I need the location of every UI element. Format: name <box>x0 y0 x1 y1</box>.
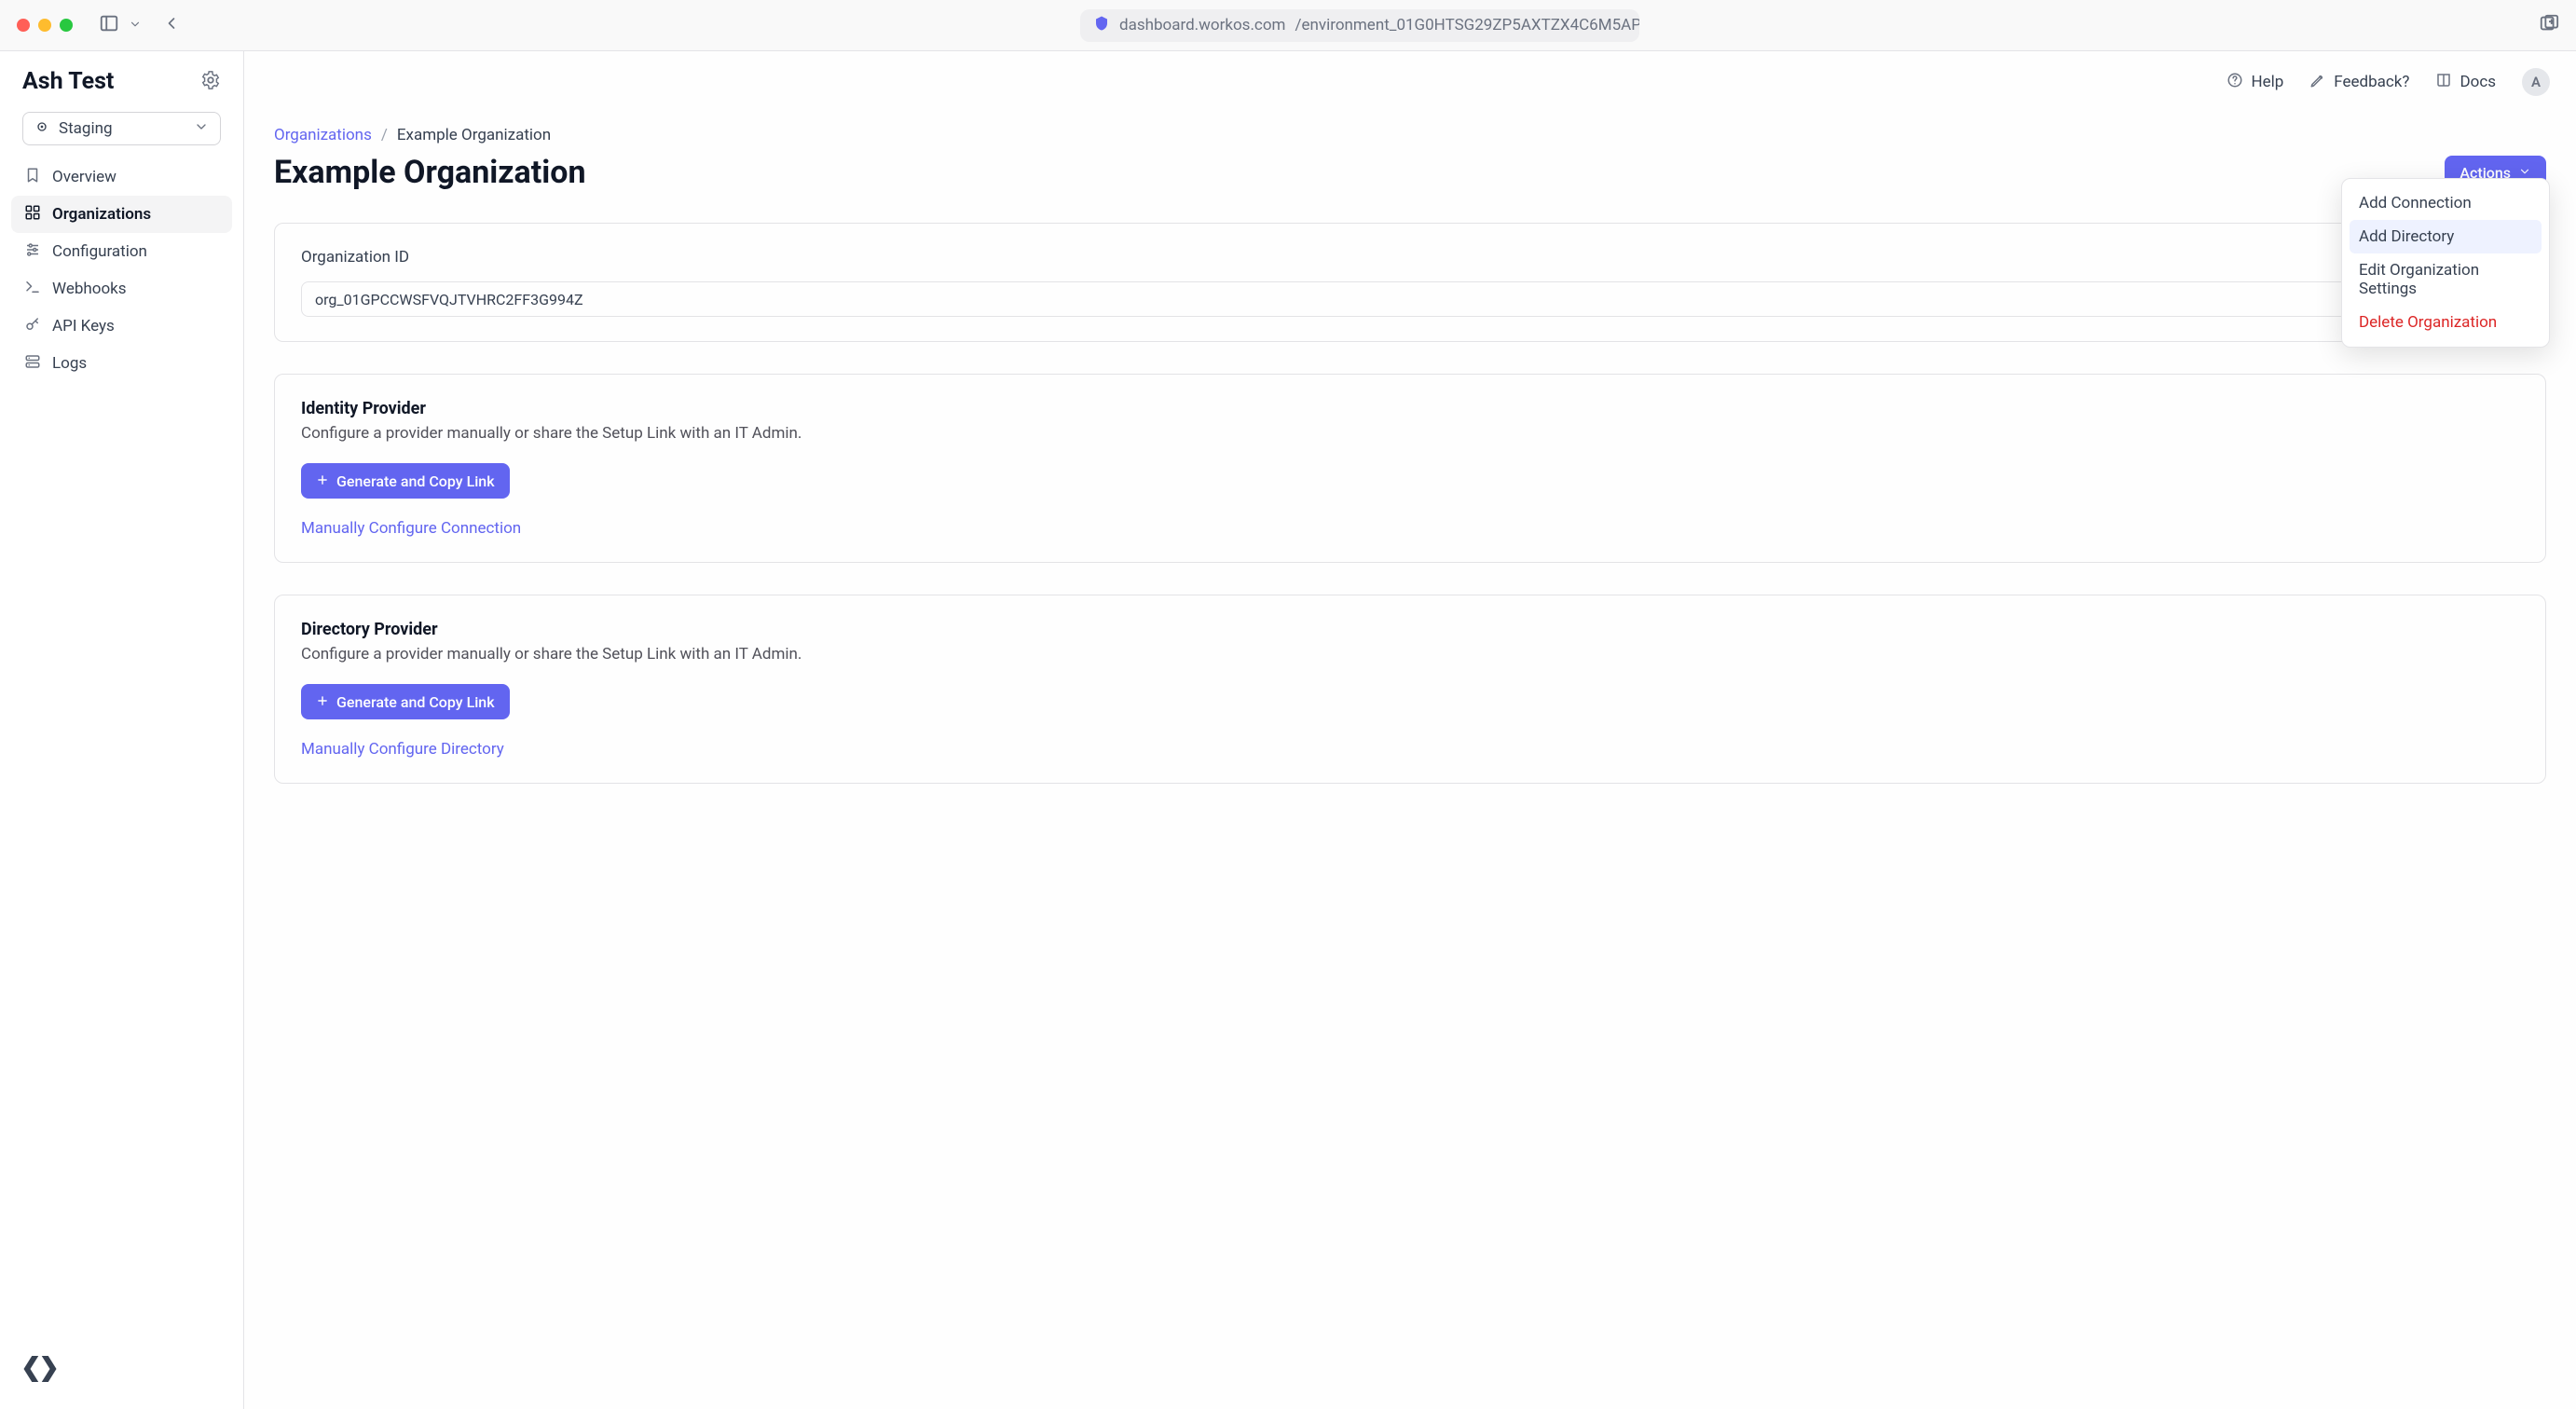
environment-label: Staging <box>59 119 113 138</box>
sidebar-item-overview[interactable]: Overview <box>11 158 232 196</box>
environment-icon <box>34 119 49 139</box>
idp-manual-link[interactable]: Manually Configure Connection <box>301 519 2519 538</box>
idp-subtitle: Configure a provider manually or share t… <box>301 424 2519 443</box>
help-link[interactable]: Help <box>2227 72 2283 93</box>
feedback-link[interactable]: Feedback? <box>2309 72 2409 93</box>
sidebar-item-label: Organizations <box>52 205 151 224</box>
docs-label: Docs <box>2460 73 2496 91</box>
sidebar: Ash Test Staging Overview Organizations … <box>0 51 244 1409</box>
sidebar-item-label: Overview <box>52 168 116 186</box>
breadcrumb: Organizations / Example Organization <box>274 126 2546 144</box>
sidebar-nav: Overview Organizations Configuration Web… <box>0 158 243 382</box>
address-bar[interactable]: dashboard.workos.com/environment_01G0HTS… <box>1080 9 1639 42</box>
identity-provider-card: Identity Provider Configure a provider m… <box>274 374 2546 563</box>
idp-title: Identity Provider <box>301 399 2519 418</box>
sidebar-toggle-icon[interactable] <box>99 13 119 37</box>
dropdown-delete-org[interactable]: Delete Organization <box>2350 306 2542 339</box>
dropdown-add-directory[interactable]: Add Directory <box>2350 220 2542 253</box>
plus-icon <box>316 693 329 711</box>
window-titlebar: dashboard.workos.com/environment_01G0HTS… <box>0 0 2576 51</box>
main-content: Help Feedback? Docs A Organizations / Ex… <box>244 51 2576 1409</box>
avatar[interactable]: A <box>2522 68 2550 96</box>
breadcrumb-current: Example Organization <box>397 126 551 144</box>
plus-icon <box>316 472 329 490</box>
sidebar-item-label: API Keys <box>52 317 115 335</box>
workspace-name: Ash Test <box>22 68 114 95</box>
sidebar-item-logs[interactable]: Logs <box>11 345 232 382</box>
workos-logo-icon <box>21 1375 60 1392</box>
org-id-value: org_01GPCCWSFVQJTVHRC2FF3G994Z <box>315 291 583 308</box>
browser-back-button[interactable] <box>162 14 181 36</box>
help-label: Help <box>2251 73 2283 91</box>
sidebar-item-webhooks[interactable]: Webhooks <box>11 270 232 308</box>
chevron-down-icon <box>194 119 209 139</box>
topbar: Help Feedback? Docs A <box>2227 68 2550 96</box>
docs-link[interactable]: Docs <box>2435 72 2496 93</box>
grid-icon <box>24 204 41 226</box>
url-host: dashboard.workos.com <box>1119 16 1285 34</box>
dir-subtitle: Configure a provider manually or share t… <box>301 645 2519 663</box>
window-close-button[interactable] <box>17 19 30 32</box>
dropdown-edit-settings[interactable]: Edit Organization Settings <box>2350 253 2542 306</box>
org-id-label: Organization ID <box>301 248 2519 267</box>
help-icon <box>2227 72 2243 93</box>
actions-dropdown: Add Connection Add Directory Edit Organi… <box>2341 178 2550 348</box>
sidebar-item-label: Configuration <box>52 242 147 261</box>
directory-provider-card: Directory Provider Configure a provider … <box>274 595 2546 784</box>
sidebar-item-label: Webhooks <box>52 280 127 298</box>
idp-generate-link-button[interactable]: Generate and Copy Link <box>301 463 510 499</box>
url-path: /environment_01G0HTSG29ZP5AXTZX4C6M5AP8/… <box>1295 16 1639 34</box>
org-id-card: Organization ID org_01GPCCWSFVQJTVHRC2FF… <box>274 223 2546 342</box>
shield-icon <box>1093 15 1110 36</box>
key-icon <box>24 316 41 337</box>
gear-icon[interactable] <box>200 70 221 94</box>
new-tab-icon[interactable] <box>2539 20 2559 37</box>
dir-button-label: Generate and Copy Link <box>336 693 495 711</box>
dir-generate-link-button[interactable]: Generate and Copy Link <box>301 684 510 719</box>
breadcrumb-root[interactable]: Organizations <box>274 126 372 144</box>
dir-manual-link[interactable]: Manually Configure Directory <box>301 740 2519 759</box>
sidebar-item-api-keys[interactable]: API Keys <box>11 308 232 345</box>
sidebar-item-configuration[interactable]: Configuration <box>11 233 232 270</box>
pencil-icon <box>2309 72 2326 93</box>
avatar-initial: A <box>2531 74 2541 90</box>
page-title: Example Organization <box>274 154 586 191</box>
window-zoom-button[interactable] <box>60 19 73 32</box>
window-traffic-lights <box>17 19 73 32</box>
server-icon <box>24 353 41 375</box>
feedback-label: Feedback? <box>2334 73 2409 91</box>
dir-title: Directory Provider <box>301 620 2519 639</box>
dropdown-add-connection[interactable]: Add Connection <box>2350 186 2542 220</box>
sidebar-item-organizations[interactable]: Organizations <box>11 196 232 233</box>
sidebar-item-label: Logs <box>52 354 87 373</box>
sliders-icon <box>24 241 41 263</box>
idp-button-label: Generate and Copy Link <box>336 472 495 490</box>
bookmark-icon <box>24 167 41 188</box>
terminal-icon <box>24 279 41 300</box>
org-id-field[interactable]: org_01GPCCWSFVQJTVHRC2FF3G994Z <box>301 281 2519 317</box>
book-icon <box>2435 72 2452 93</box>
breadcrumb-sep: / <box>381 126 388 144</box>
chevron-down-icon[interactable] <box>129 17 142 34</box>
environment-select[interactable]: Staging <box>22 112 221 145</box>
window-minimize-button[interactable] <box>38 19 51 32</box>
